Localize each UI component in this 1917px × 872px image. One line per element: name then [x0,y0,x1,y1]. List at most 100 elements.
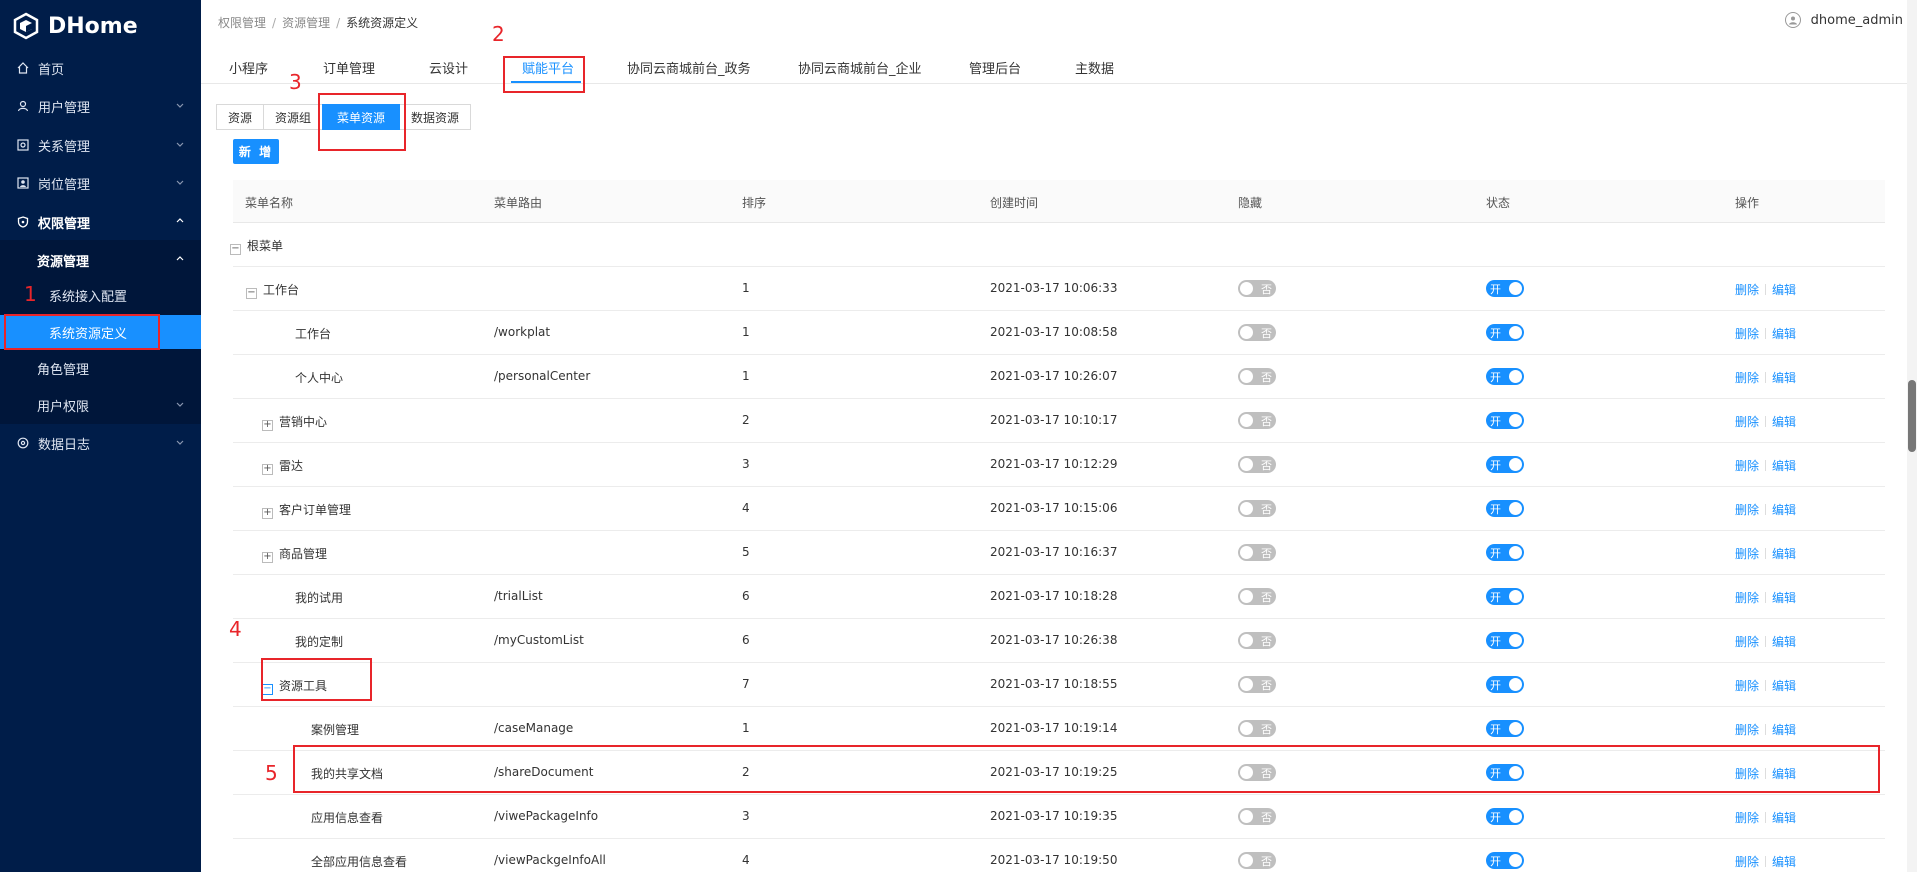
switch-knob [1509,546,1522,559]
status-switch[interactable]: 开 [1486,588,1524,605]
status-switch[interactable]: 开 [1486,412,1524,429]
edit-link[interactable]: 编辑 [1772,723,1796,737]
edit-link[interactable]: 编辑 [1772,855,1796,869]
status-switch[interactable]: 开 [1486,808,1524,825]
tab-resource[interactable]: 资源 [216,104,265,130]
table-row: 个人中心/personalCenter 1 2021-03-17 10:26:07 否… [233,355,1885,399]
status-switch[interactable]: 开 [1486,324,1524,341]
cell-order: 1 [742,369,750,383]
page-scrollbar[interactable] [1907,0,1917,872]
sidebar-item-home[interactable]: 首页 [0,49,201,87]
hidden-switch[interactable]: 否 [1238,632,1276,649]
switch-knob [1509,458,1522,471]
delete-link[interactable]: 删除 [1735,811,1759,825]
status-switch[interactable]: 开 [1486,676,1524,693]
expand-icon[interactable]: + [262,419,273,431]
delete-link[interactable]: 删除 [1735,855,1759,869]
hidden-switch[interactable]: 否 [1238,368,1276,385]
divider [1765,372,1767,383]
tab-order-management[interactable]: 订单管理 [323,58,375,77]
sidebar-item-role-management[interactable]: 角色管理 [0,349,201,387]
breadcrumb-item[interactable]: 权限管理 [218,16,266,30]
status-switch[interactable]: 开 [1486,280,1524,297]
edit-link[interactable]: 编辑 [1772,327,1796,341]
sidebar-item-resource-management[interactable]: 资源管理 [0,241,201,279]
delete-link[interactable]: 删除 [1735,415,1759,429]
expand-icon[interactable]: + [262,463,273,475]
edit-link[interactable]: 编辑 [1772,679,1796,693]
edit-link[interactable]: 编辑 [1772,635,1796,649]
status-switch[interactable]: 开 [1486,720,1524,737]
expand-icon[interactable]: + [262,507,273,519]
tab-mall-front-gov[interactable]: 协同云商城前台_政务 [627,58,751,77]
sidebar-item-label: 数据日志 [38,437,91,453]
edit-link[interactable]: 编辑 [1772,503,1796,517]
table-row: 应用信息查看/viwePackageInfo 3 2021-03-17 10:19:… [233,795,1885,839]
hidden-switch[interactable]: 否 [1238,720,1276,737]
hidden-switch[interactable]: 否 [1238,676,1276,693]
delete-link[interactable]: 删除 [1735,635,1759,649]
tab-menu-resource[interactable]: 菜单资源 [322,104,401,130]
sidebar-item-relation-management[interactable]: 关系管理 [0,126,201,164]
tab-mini-program[interactable]: 小程序 [229,58,268,77]
delete-link[interactable]: 删除 [1735,679,1759,693]
edit-link[interactable]: 编辑 [1772,283,1796,297]
tab-mall-front-enterprise[interactable]: 协同云商城前台_企业 [798,58,922,77]
hidden-switch[interactable]: 否 [1238,412,1276,429]
status-switch[interactable]: 开 [1486,456,1524,473]
cell-order: 4 [742,853,750,867]
switch-knob [1240,414,1253,427]
status-switch[interactable]: 开 [1486,500,1524,517]
delete-link[interactable]: 删除 [1735,327,1759,341]
tab-resource-group[interactable]: 资源组 [263,104,324,130]
status-switch[interactable]: 开 [1486,544,1524,561]
cell-order: 4 [742,501,750,515]
status-switch[interactable]: 开 [1486,368,1524,385]
status-switch[interactable]: 开 [1486,852,1524,869]
tab-admin-backend[interactable]: 管理后台 [969,58,1021,77]
edit-link[interactable]: 编辑 [1772,415,1796,429]
scrollbar-thumb[interactable] [1908,380,1916,452]
sidebar: DHome 首页 用户管理 关系管理 岗位管理 权限管理 资源管理 系统接入配置… [0,0,201,872]
delete-link[interactable]: 删除 [1735,459,1759,473]
hidden-switch[interactable]: 否 [1238,852,1276,869]
status-switch[interactable]: 开 [1486,632,1524,649]
cell-menu-route: /viwePackageInfo [494,809,599,823]
edit-link[interactable]: 编辑 [1772,459,1796,473]
switch-knob [1240,326,1253,339]
delete-link[interactable]: 删除 [1735,503,1759,517]
delete-link[interactable]: 删除 [1735,591,1759,605]
edit-link[interactable]: 编辑 [1772,811,1796,825]
tab-cloud-design[interactable]: 云设计 [429,58,468,77]
tab-data-resource[interactable]: 数据资源 [399,104,472,130]
cell-menu-name: − 根菜单 [230,237,283,255]
sidebar-item-permission-management[interactable]: 权限管理 [0,203,201,241]
sidebar-item-post-management[interactable]: 岗位管理 [0,164,201,202]
edit-link[interactable]: 编辑 [1772,547,1796,561]
delete-link[interactable]: 删除 [1735,723,1759,737]
delete-link[interactable]: 删除 [1735,547,1759,561]
edit-link[interactable]: 编辑 [1772,371,1796,385]
user-menu[interactable]: dhome_admin [1784,12,1903,28]
delete-link[interactable]: 删除 [1735,371,1759,385]
delete-link[interactable]: 删除 [1735,283,1759,297]
hidden-switch[interactable]: 否 [1238,280,1276,297]
hidden-switch[interactable]: 否 [1238,544,1276,561]
add-button[interactable]: 新 增 [233,139,279,164]
tab-master-data[interactable]: 主数据 [1075,58,1114,77]
breadcrumb-item[interactable]: 资源管理 [282,16,330,30]
menu-name-text: 根菜单 [247,239,284,253]
hidden-switch[interactable]: 否 [1238,808,1276,825]
collapse-icon[interactable]: − [230,243,241,255]
hidden-switch[interactable]: 否 [1238,588,1276,605]
expand-icon[interactable]: + [262,551,273,563]
edit-link[interactable]: 编辑 [1772,591,1796,605]
row-operations: 删除 编辑 [1735,721,1796,738]
sidebar-item-user-management[interactable]: 用户管理 [0,87,201,125]
collapse-icon[interactable]: − [246,287,257,299]
sidebar-item-user-permission[interactable]: 用户权限 [0,386,201,424]
sidebar-item-data-log[interactable]: 数据日志 [0,424,201,462]
hidden-switch[interactable]: 否 [1238,324,1276,341]
hidden-switch[interactable]: 否 [1238,500,1276,517]
hidden-switch[interactable]: 否 [1238,456,1276,473]
